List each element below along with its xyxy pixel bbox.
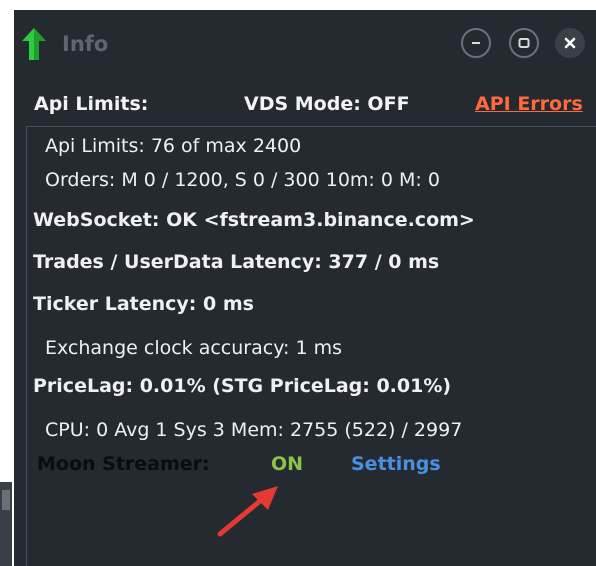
moon-streamer-label: Moon Streamer: (37, 453, 210, 475)
title-bar[interactable]: Info (14, 10, 596, 78)
maximize-icon (518, 38, 530, 48)
background-window-edge (0, 482, 12, 566)
ticker-latency: Ticker Latency: 0 ms (33, 293, 254, 315)
vds-mode-status: VDS Mode: OFF (244, 93, 410, 115)
header-row: Api Limits: VDS Mode: OFF API Errors (14, 88, 596, 122)
minimize-icon (472, 42, 480, 44)
minimize-button[interactable] (461, 28, 491, 58)
info-panel: Api Limits: 76 of max 2400 Orders: M 0 /… (26, 126, 596, 566)
trades-latency: Trades / UserData Latency: 377 / 0 ms (33, 251, 440, 273)
websocket-status: WebSocket: OK <fstream3.binance.com> (33, 209, 475, 231)
price-lag: PriceLag: 0.01% (STG PriceLag: 0.01%) (33, 375, 452, 397)
moon-streamer-settings-link[interactable]: Settings (351, 453, 441, 475)
orders-stats: Orders: M 0 / 1200, S 0 / 300 10m: 0 M: … (45, 169, 440, 191)
close-button[interactable] (555, 28, 585, 58)
moon-streamer-status[interactable]: ON (271, 453, 303, 475)
api-errors-link[interactable]: API Errors (475, 93, 583, 115)
cpu-mem-stats: CPU: 0 Avg 1 Sys 3 Mem: 2755 (522) / 299… (45, 419, 463, 441)
screenshot-stage: Info Api Limits: VDS Mode: OFF API Error… (0, 0, 596, 566)
maximize-button[interactable] (509, 28, 539, 58)
up-arrow-icon (22, 28, 46, 60)
close-icon (564, 37, 576, 49)
annotation-arrow-icon (217, 486, 278, 537)
window-title: Info (62, 32, 109, 56)
info-window: Info Api Limits: VDS Mode: OFF API Error… (14, 10, 596, 566)
api-limits-value: Api Limits: 76 of max 2400 (45, 135, 302, 157)
clock-accuracy: Exchange clock accuracy: 1 ms (45, 337, 343, 359)
api-limits-label: Api Limits: (34, 93, 149, 115)
